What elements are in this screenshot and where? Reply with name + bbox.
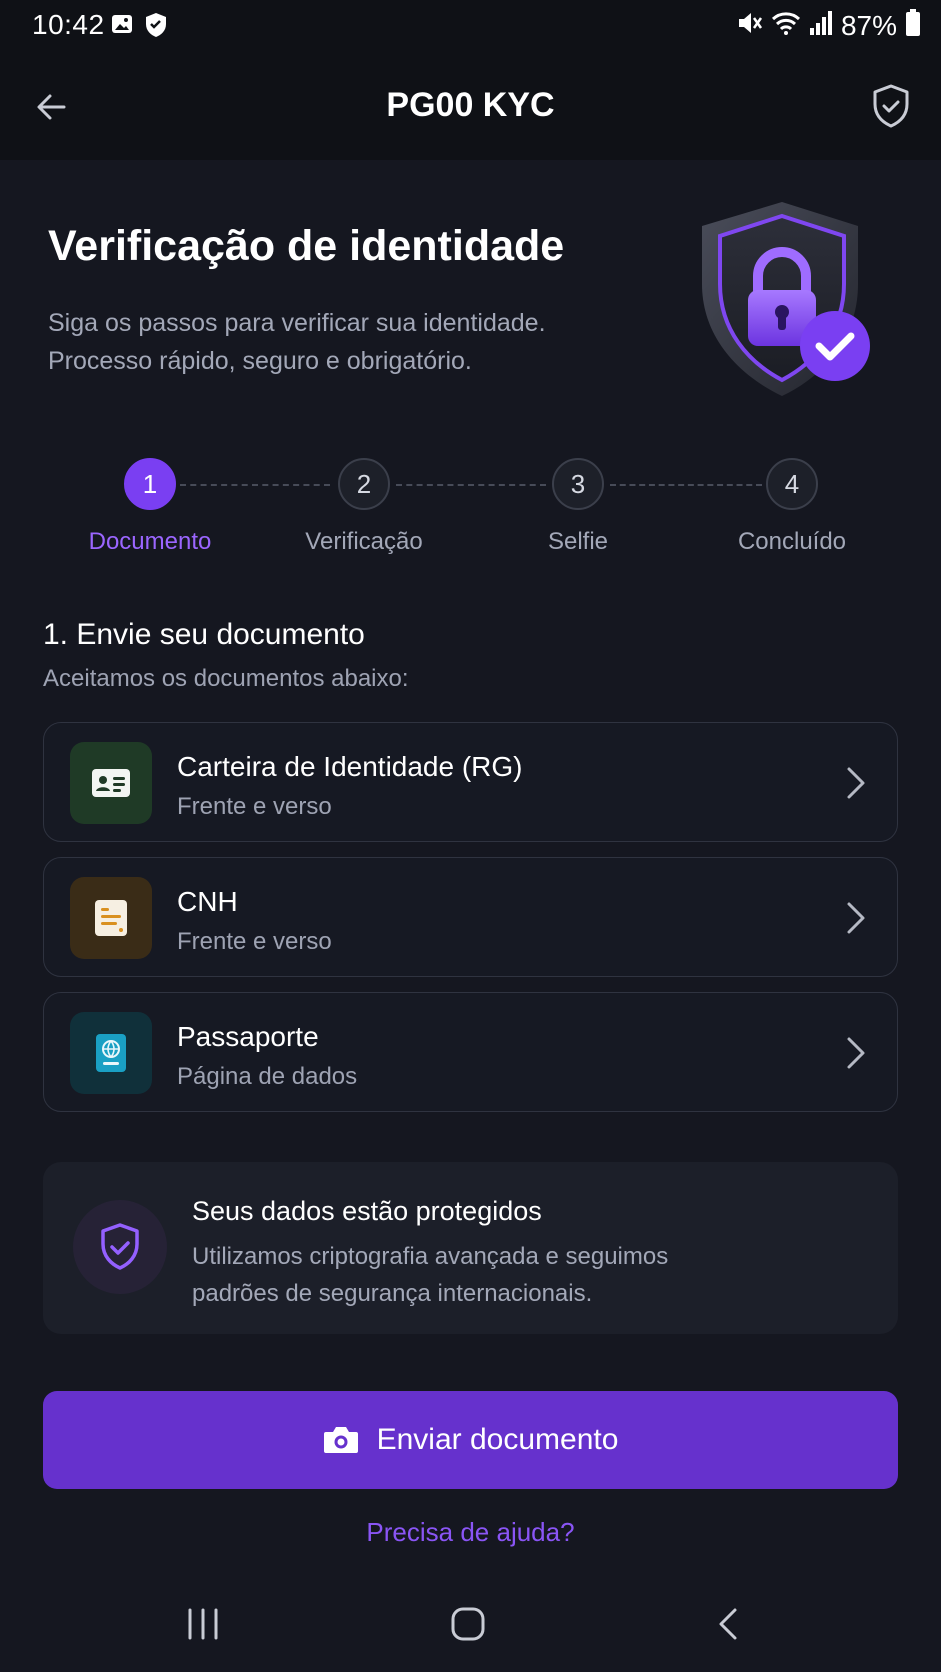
shield-check-icon — [73, 1200, 167, 1294]
passport-icon — [70, 1012, 152, 1094]
step-4[interactable]: 4 Concluído — [702, 458, 882, 556]
document-subtitle: Frente e verso — [177, 928, 332, 955]
step-label: Documento — [88, 528, 212, 555]
camera-icon — [323, 1427, 358, 1453]
document-option-rg[interactable]: Carteira de Identidade (RG) Frente e ver… — [43, 722, 898, 842]
step-number: 2 — [338, 458, 390, 510]
shield-icon — [144, 12, 168, 43]
hero-subtitle-line: Processo rápido, seguro e obrigatório. — [48, 347, 472, 375]
chevron-right-icon — [847, 1037, 865, 1069]
security-button[interactable] — [869, 82, 913, 130]
section-subtitle: Aceitamos os documentos abaixo: — [43, 665, 409, 692]
system-nav-bar — [0, 1586, 941, 1672]
step-3[interactable]: 3 Selfie — [488, 458, 668, 556]
hero-subtitle: Siga os passos para verificar sua identi… — [48, 304, 648, 380]
document-option-passport[interactable]: Passaporte Página de dados — [43, 992, 898, 1112]
document-subtitle: Frente e verso — [177, 793, 332, 820]
step-2[interactable]: 2 Verificação — [274, 458, 454, 556]
document-title: CNH — [177, 886, 238, 917]
recent-apps-button[interactable] — [186, 1606, 220, 1647]
step-1[interactable]: 1 Documento — [60, 458, 240, 556]
gallery-icon — [110, 12, 134, 41]
help-link[interactable]: Precisa de ajuda? — [0, 1517, 941, 1548]
shield-check-icon — [873, 84, 909, 128]
hero-subtitle-line: Siga os passos para verificar sua identi… — [48, 309, 546, 337]
security-info-text: Utilizamos criptografia avançada e segui… — [192, 1238, 872, 1312]
license-icon — [70, 877, 152, 959]
battery-level: 87% — [840, 9, 897, 41]
stepper: 1 Documento 2 Verificação 3 Selfie 4 Con… — [0, 458, 941, 558]
security-info-line: Utilizamos criptografia avançada e segui… — [192, 1243, 669, 1270]
send-document-button[interactable]: Enviar documento — [43, 1391, 898, 1489]
shield-lock-check-icon — [692, 196, 882, 406]
step-number: 1 — [124, 458, 176, 510]
section-title: 1. Envie seu documento — [43, 618, 365, 651]
status-time: 10:42 — [32, 9, 105, 40]
nav-back-button[interactable] — [716, 1606, 740, 1647]
battery-icon — [905, 9, 921, 42]
send-document-label: Enviar documento — [376, 1423, 619, 1456]
hero-title: Verificação de identidade — [48, 222, 565, 270]
home-button[interactable] — [450, 1606, 486, 1647]
id-card-icon — [70, 742, 152, 824]
wifi-icon — [771, 10, 801, 41]
signal-icon — [809, 10, 833, 41]
page-title: PG00 KYC — [386, 86, 555, 124]
security-info-title: Seus dados estão protegidos — [192, 1196, 542, 1226]
step-number: 4 — [766, 458, 818, 510]
step-label: Verificação — [305, 528, 423, 555]
step-label: Selfie — [547, 528, 609, 555]
chevron-right-icon — [847, 902, 865, 934]
app-bar: PG00 KYC — [0, 52, 941, 160]
mute-icon — [735, 9, 763, 42]
chevron-left-icon — [719, 1608, 737, 1640]
status-bar: 10:42 87% — [0, 0, 941, 52]
document-option-cnh[interactable]: CNH Frente e verso — [43, 857, 898, 977]
step-label: Concluído — [737, 528, 847, 555]
document-title: Passaporte — [177, 1021, 319, 1052]
document-title: Carteira de Identidade (RG) — [177, 751, 523, 782]
security-info-box: Seus dados estão protegidos Utilizamos c… — [43, 1162, 898, 1334]
home-icon — [451, 1607, 485, 1641]
recent-apps-icon — [188, 1608, 218, 1640]
security-info-line: padrões de segurança internacionais. — [192, 1280, 593, 1307]
document-subtitle: Página de dados — [177, 1063, 358, 1090]
chevron-right-icon — [847, 767, 865, 799]
step-number: 3 — [552, 458, 604, 510]
